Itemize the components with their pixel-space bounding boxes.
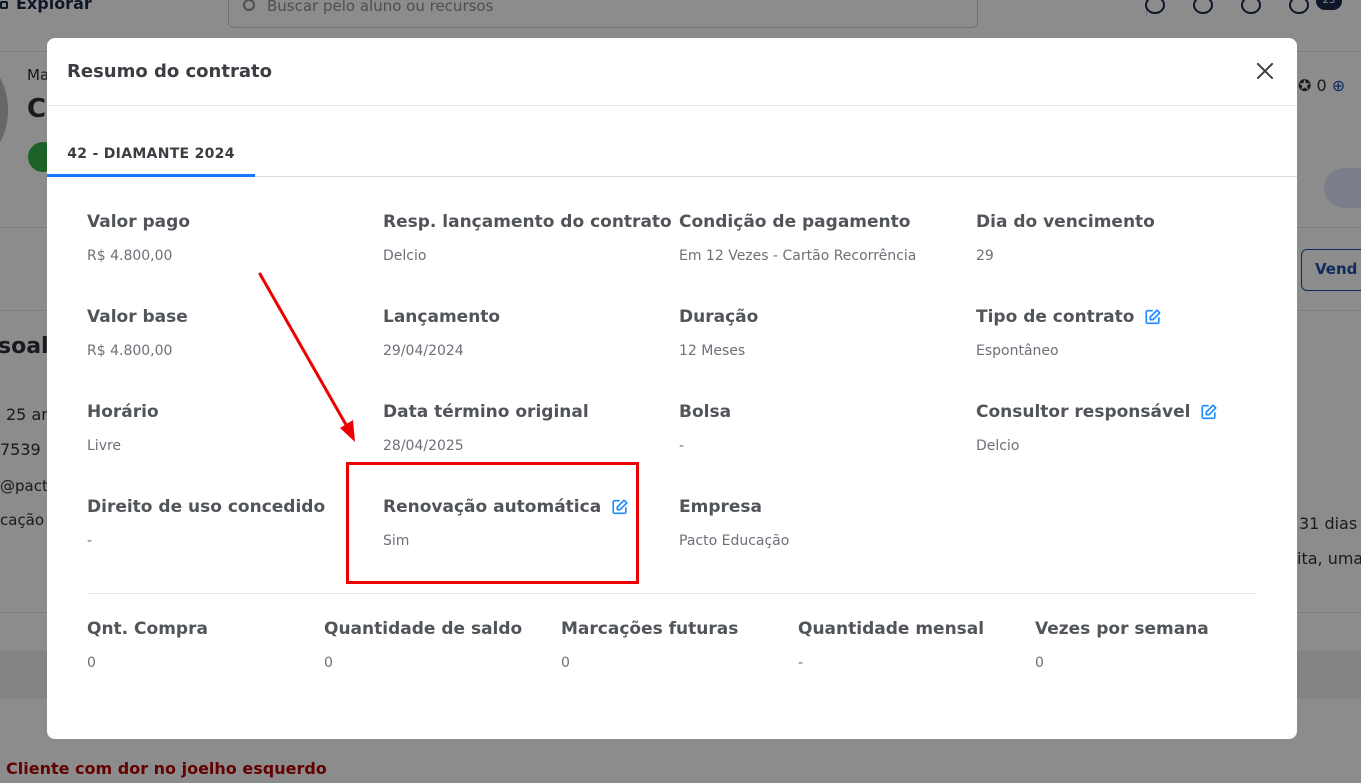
annotation-arrow (258, 272, 355, 442)
contract-summary-modal: Resumo do contrato 42 - DIAMANTE 2024 Va… (47, 38, 1297, 739)
